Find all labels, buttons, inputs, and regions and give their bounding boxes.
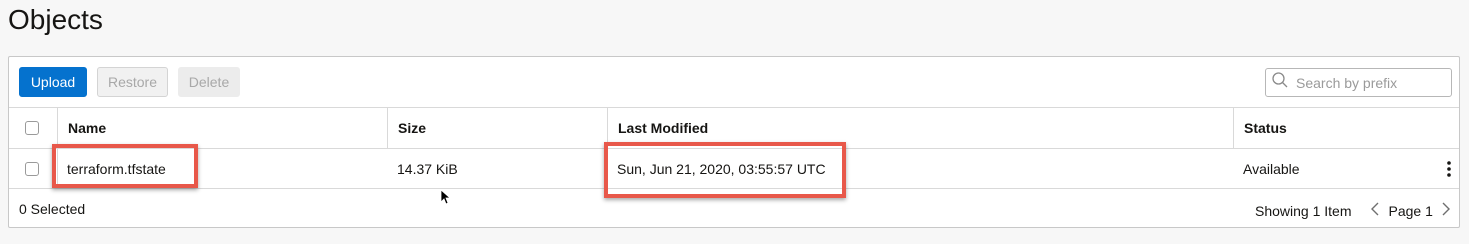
search-box[interactable] (1265, 68, 1452, 97)
column-header-status[interactable]: Status (1233, 108, 1459, 148)
column-header-name[interactable]: Name (57, 108, 387, 148)
pagination: Showing 1 Item Page 1 (1255, 201, 1451, 220)
restore-button[interactable]: Restore (97, 67, 168, 97)
row-select-cell (25, 149, 43, 188)
page-title: Objects (8, 4, 103, 35)
upload-button[interactable]: Upload (19, 67, 87, 97)
page-indicator: Page 1 (1388, 202, 1433, 219)
search-icon (1272, 72, 1288, 93)
search-input[interactable] (1294, 73, 1448, 92)
chevron-left-icon[interactable] (1370, 201, 1380, 220)
select-all-checkbox[interactable] (25, 121, 39, 135)
row-checkbox[interactable] (25, 161, 39, 176)
modified-highlight-box (604, 142, 846, 198)
showing-count: Showing 1 Item (1255, 202, 1352, 219)
object-size: 14.37 KiB (397, 160, 458, 177)
select-all-cell (25, 108, 43, 148)
selected-count: 0 Selected (19, 200, 86, 217)
delete-button[interactable]: Delete (178, 67, 240, 97)
kebab-menu-icon[interactable] (1447, 161, 1451, 182)
chevron-right-icon[interactable] (1441, 201, 1451, 220)
name-highlight-box (52, 144, 198, 188)
object-status: Available (1243, 160, 1300, 177)
mouse-cursor-icon (440, 189, 452, 210)
column-header-size[interactable]: Size (387, 108, 607, 148)
